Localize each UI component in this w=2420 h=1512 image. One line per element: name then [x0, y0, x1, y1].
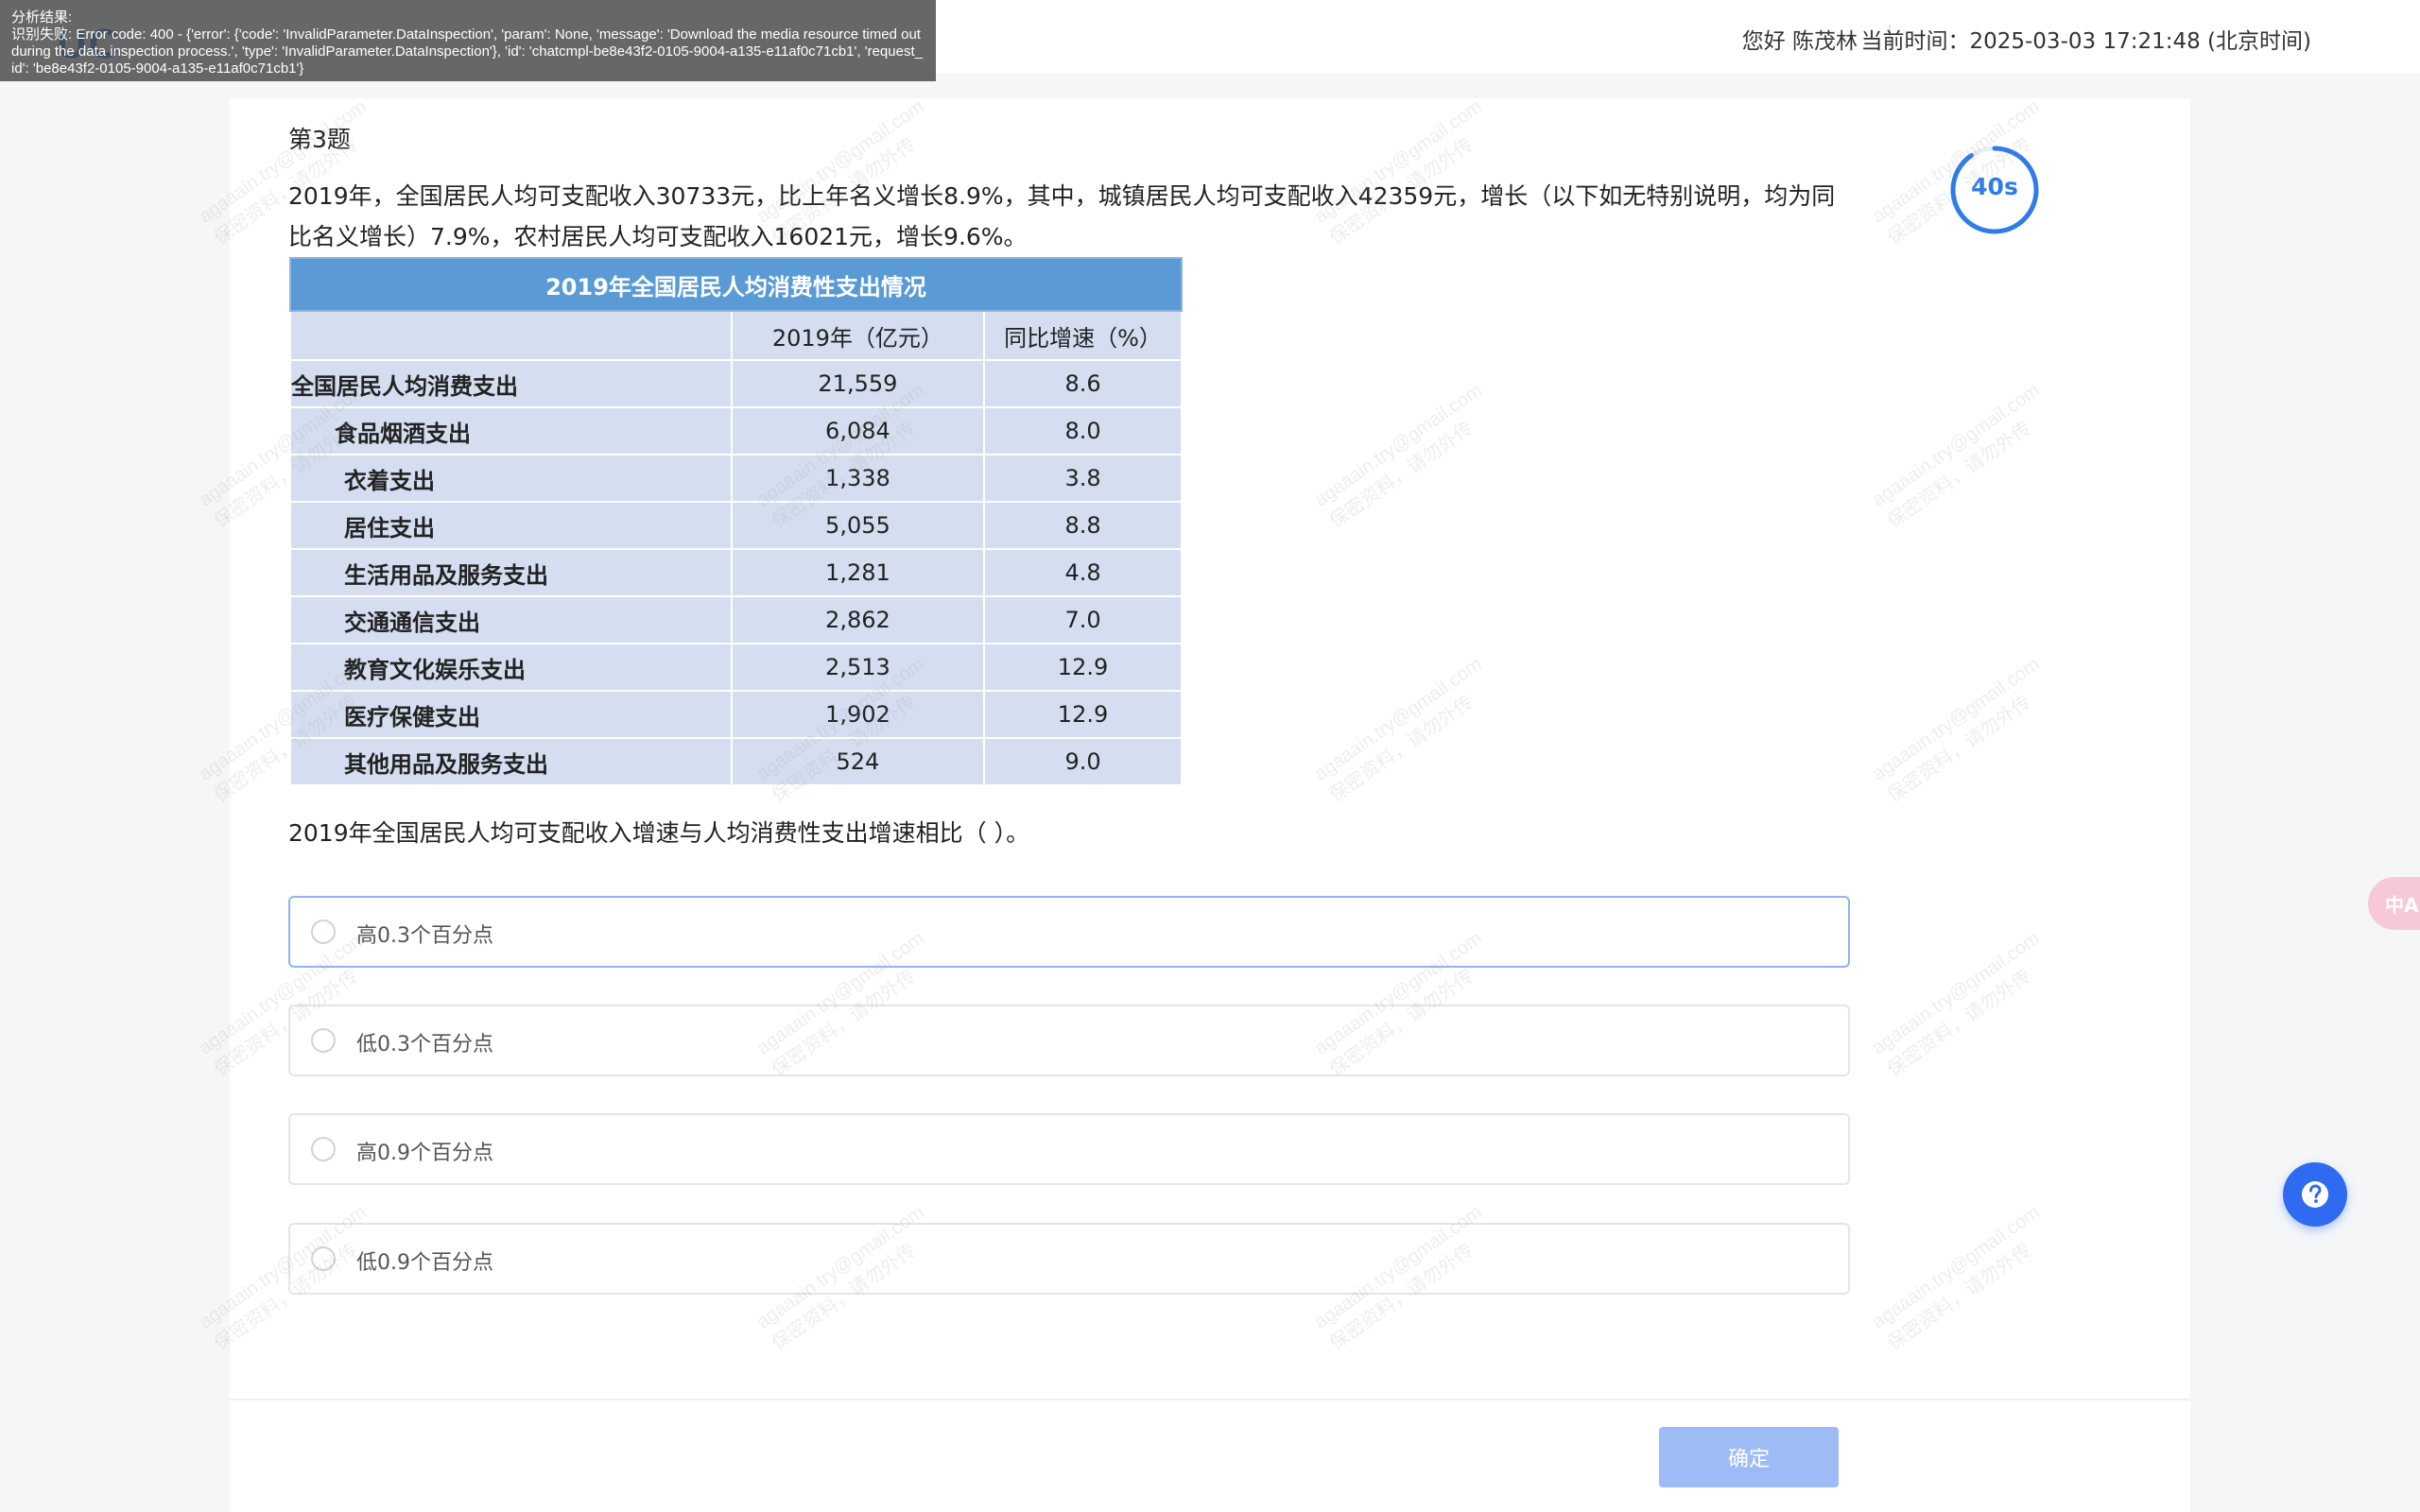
row-value: 5,055	[730, 501, 986, 550]
option-label: 低0.9个百分点	[356, 1251, 493, 1275]
table-row: 教育文化娱乐支出 2,513 12.9	[289, 643, 1183, 692]
row-value: 524	[730, 737, 986, 786]
row-value: 2,862	[730, 595, 986, 644]
row-name: 生活用品及服务支出	[289, 548, 733, 597]
confirm-button[interactable]: 确定	[1659, 1427, 1839, 1487]
translate-widget[interactable]: 中A	[2368, 877, 2420, 930]
row-name: 其他用品及服务支出	[289, 737, 733, 786]
row-value: 1,281	[730, 548, 986, 597]
table-row: 医疗保健支出 1,902 12.9	[289, 690, 1183, 739]
row-value: 2,513	[730, 643, 986, 692]
radio-icon[interactable]	[311, 1028, 336, 1053]
row-name: 食品烟酒支出	[289, 406, 733, 455]
row-growth: 9.0	[983, 737, 1183, 786]
option-label: 高0.3个百分点	[356, 924, 493, 948]
help-button[interactable]	[2283, 1162, 2347, 1227]
row-growth: 7.0	[983, 595, 1183, 644]
radio-icon[interactable]	[311, 919, 336, 944]
question-prompt: 2019年全国居民人均可支配收入增速与人均消费性支出增速相比（ ）。	[288, 819, 1030, 847]
option-d[interactable]: 低0.9个百分点	[288, 1223, 1850, 1295]
row-value: 6,084	[730, 406, 986, 455]
row-growth: 8.6	[983, 359, 1183, 408]
row-growth: 12.9	[983, 690, 1183, 739]
table-header-cell: 2019年（亿元）	[730, 310, 986, 361]
table-row: 全国居民人均消费支出 21,559 8.6	[289, 359, 1183, 408]
table-row: 食品烟酒支出 6,084 8.0	[289, 406, 1183, 455]
table-caption: 2019年全国居民人均消费性支出情况	[289, 257, 1183, 312]
row-value: 1,338	[730, 454, 986, 503]
row-growth: 12.9	[983, 643, 1183, 692]
row-name: 交通通信支出	[289, 595, 733, 644]
question-number: 第3题	[288, 126, 351, 153]
row-growth: 4.8	[983, 548, 1183, 597]
row-growth: 8.0	[983, 406, 1183, 455]
table-header-cell: 同比增速（%）	[983, 310, 1183, 361]
option-a[interactable]: 高0.3个百分点	[288, 896, 1850, 968]
countdown-timer: 40s	[1949, 145, 2040, 235]
radio-icon[interactable]	[311, 1246, 336, 1271]
row-growth: 3.8	[983, 454, 1183, 503]
row-name: 教育文化娱乐支出	[289, 643, 733, 692]
row-name: 医疗保健支出	[289, 690, 733, 739]
question-stem: 2019年，全国居民人均可支配收入30733元，比上年名义增长8.9%，其中，城…	[288, 182, 1836, 250]
table-header-row: 2019年（亿元） 同比增速（%）	[289, 310, 1183, 361]
consumption-table: 2019年全国居民人均消费性支出情况 2019年（亿元） 同比增速（%） 全国居…	[289, 257, 1183, 786]
table-row: 衣着支出 1,338 3.8	[289, 454, 1183, 503]
row-value: 21,559	[730, 359, 986, 408]
table-row: 其他用品及服务支出 524 9.0	[289, 737, 1183, 786]
option-c[interactable]: 高0.9个百分点	[288, 1113, 1850, 1185]
footer-divider	[230, 1399, 2190, 1400]
option-label: 低0.3个百分点	[356, 1033, 493, 1057]
translate-icon: 中A	[2385, 894, 2419, 917]
analysis-error-overlay: 分析结果: 识别失败: Error code: 400 - {'error': …	[0, 0, 936, 81]
row-name: 居住支出	[289, 501, 733, 550]
error-title: 分析结果:	[11, 9, 73, 26]
timer-text: 40s	[1971, 173, 2018, 200]
option-b[interactable]: 低0.3个百分点	[288, 1005, 1850, 1076]
error-message: 识别失败: Error code: 400 - {'error': {'code…	[11, 26, 923, 77]
row-name: 全国居民人均消费支出	[289, 359, 733, 408]
current-time: 当前时间：2025-03-03 17:21:48 (北京时间)	[1860, 29, 2311, 54]
radio-icon[interactable]	[311, 1137, 336, 1161]
table-row: 交通通信支出 2,862 7.0	[289, 595, 1183, 644]
exam-page: UC 您好 陈茂林 当前时间：2025-03-03 17:21:48 (北京时间…	[0, 0, 2420, 1512]
option-label: 高0.9个百分点	[356, 1142, 493, 1165]
row-growth: 8.8	[983, 501, 1183, 550]
table-row: 生活用品及服务支出 1,281 4.8	[289, 548, 1183, 597]
question-icon	[2302, 1181, 2328, 1208]
row-name: 衣着支出	[289, 454, 733, 503]
user-greeting: 您好 陈茂林	[1741, 29, 1858, 54]
table-header-cell	[289, 310, 733, 361]
table-row: 居住支出 5,055 8.8	[289, 501, 1183, 550]
row-value: 1,902	[730, 690, 986, 739]
